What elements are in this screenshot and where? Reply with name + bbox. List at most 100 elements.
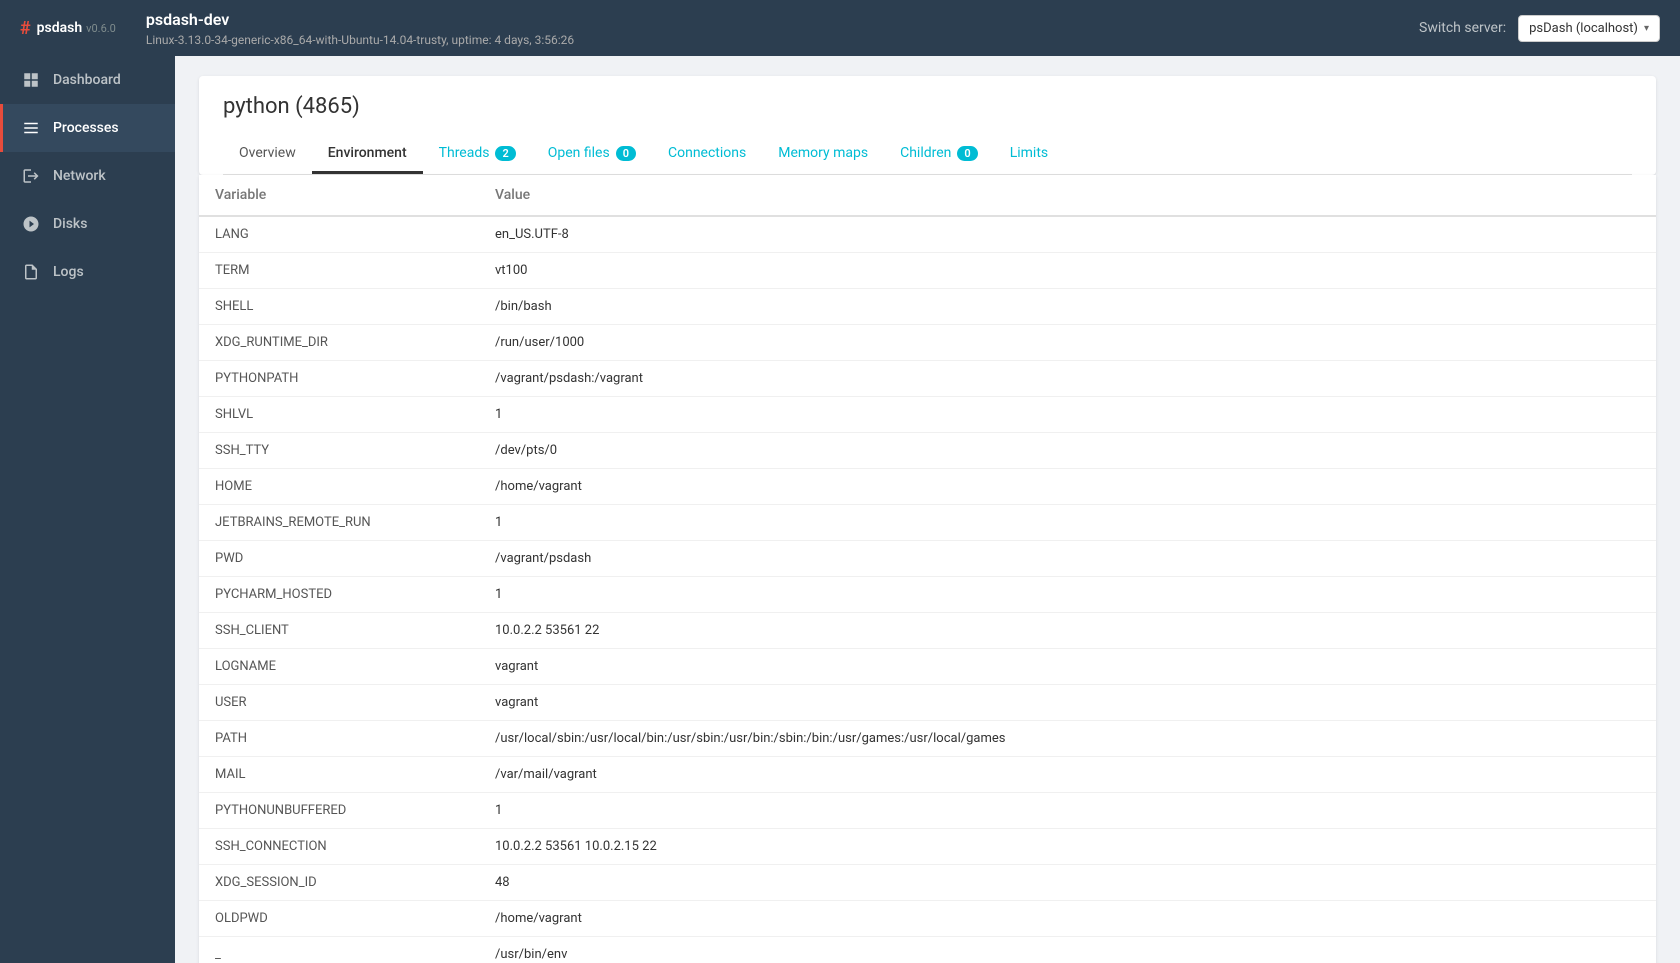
cell-value: vagrant [479, 649, 1656, 685]
table-row: USERvagrant [199, 685, 1656, 721]
sidebar-item-disks[interactable]: Disks [0, 200, 175, 248]
cell-variable: SHLVL [199, 397, 479, 433]
tab-children[interactable]: Children 0 [884, 135, 994, 174]
cell-variable: PYTHONUNBUFFERED [199, 793, 479, 829]
cell-value: /usr/bin/env [479, 937, 1656, 963]
server-dropdown-value: psDash (localhost) [1529, 21, 1638, 36]
sidebar-item-label-disks: Disks [53, 216, 87, 232]
table-row: _/usr/bin/env [199, 937, 1656, 963]
main-layout: Dashboard Processes Network Disks [0, 56, 1680, 963]
cell-value: /vagrant/psdash:/vagrant [479, 361, 1656, 397]
cell-variable: PWD [199, 541, 479, 577]
tab-limits[interactable]: Limits [994, 135, 1064, 174]
cell-variable: LANG [199, 216, 479, 253]
tab-threads-badge: 2 [495, 146, 515, 161]
brand-hash: # [20, 18, 31, 39]
cell-variable: PATH [199, 721, 479, 757]
sidebar-item-label-logs: Logs [53, 264, 84, 280]
cell-value: 1 [479, 397, 1656, 433]
table-row: XDG_SESSION_ID48 [199, 865, 1656, 901]
tab-memory-maps-label: Memory maps [778, 145, 868, 161]
env-table-wrapper: Variable Value LANGen_US.UTF-8TERMvt100S… [199, 175, 1656, 963]
brand-version: v0.6.0 [86, 22, 116, 35]
tab-overview-label: Overview [239, 145, 296, 161]
logs-icon [21, 262, 41, 282]
col-value: Value [479, 175, 1656, 216]
tab-connections[interactable]: Connections [652, 135, 762, 174]
cell-value: 1 [479, 577, 1656, 613]
cell-value: 10.0.2.2 53561 22 [479, 613, 1656, 649]
cell-variable: LOGNAME [199, 649, 479, 685]
sidebar-item-network[interactable]: Network [0, 152, 175, 200]
cell-value: vagrant [479, 685, 1656, 721]
table-header: Variable Value [199, 175, 1656, 216]
topbar-right: Switch server: psDash (localhost) ▾ [1419, 15, 1660, 42]
sidebar-item-dashboard[interactable]: Dashboard [0, 56, 175, 104]
cell-variable: USER [199, 685, 479, 721]
cell-variable: OLDPWD [199, 901, 479, 937]
cell-variable: SSH_TTY [199, 433, 479, 469]
app-title: psdash-dev [146, 10, 1419, 29]
tab-open-files-label: Open files [548, 145, 610, 161]
disks-icon [21, 214, 41, 234]
table-row: OLDPWD/home/vagrant [199, 901, 1656, 937]
cell-variable: JETBRAINS_REMOTE_RUN [199, 505, 479, 541]
cell-value: /dev/pts/0 [479, 433, 1656, 469]
tab-open-files-badge: 0 [616, 146, 636, 161]
table-row: JETBRAINS_REMOTE_RUN1 [199, 505, 1656, 541]
cell-variable: XDG_SESSION_ID [199, 865, 479, 901]
cell-variable: PYTHONPATH [199, 361, 479, 397]
sidebar-item-processes[interactable]: Processes [0, 104, 175, 152]
brand-text: psdash [37, 20, 83, 36]
cell-value: /run/user/1000 [479, 325, 1656, 361]
content-area: python (4865) Overview Environment Threa… [175, 56, 1680, 963]
table-row: SSH_TTY/dev/pts/0 [199, 433, 1656, 469]
table-row: PYTHONUNBUFFERED1 [199, 793, 1656, 829]
cell-variable: TERM [199, 253, 479, 289]
table-row: LOGNAMEvagrant [199, 649, 1656, 685]
brand: # psdashv0.6.0 [20, 18, 116, 39]
cell-variable: _ [199, 937, 479, 963]
table-row: SHELL/bin/bash [199, 289, 1656, 325]
cell-value: /usr/local/sbin:/usr/local/bin:/usr/sbin… [479, 721, 1656, 757]
tab-environment[interactable]: Environment [312, 135, 423, 174]
table-row: SHLVL1 [199, 397, 1656, 433]
cell-value: /var/mail/vagrant [479, 757, 1656, 793]
network-icon [21, 166, 41, 186]
chevron-down-icon: ▾ [1644, 23, 1649, 34]
sidebar-item-label-processes: Processes [53, 120, 119, 136]
cell-value: 1 [479, 505, 1656, 541]
table-row: PYTHONPATH/vagrant/psdash:/vagrant [199, 361, 1656, 397]
cell-value: 48 [479, 865, 1656, 901]
col-variable: Variable [199, 175, 479, 216]
switch-server-label: Switch server: [1419, 20, 1506, 36]
cell-value: 10.0.2.2 53561 10.0.2.15 22 [479, 829, 1656, 865]
server-dropdown[interactable]: psDash (localhost) ▾ [1518, 15, 1660, 42]
tab-overview[interactable]: Overview [223, 135, 312, 174]
sidebar-item-label-dashboard: Dashboard [53, 72, 121, 88]
table-row: LANGen_US.UTF-8 [199, 216, 1656, 253]
app-title-area: psdash-dev Linux-3.13.0-34-generic-x86_6… [116, 10, 1419, 47]
cell-variable: HOME [199, 469, 479, 505]
tab-threads[interactable]: Threads 2 [423, 135, 532, 174]
cell-variable: SSH_CLIENT [199, 613, 479, 649]
tab-children-label: Children [900, 145, 951, 161]
topbar: # psdashv0.6.0 psdash-dev Linux-3.13.0-3… [0, 0, 1680, 56]
process-title: python (4865) [223, 94, 1632, 119]
sidebar: Dashboard Processes Network Disks [0, 56, 175, 963]
tab-limits-label: Limits [1010, 145, 1048, 161]
tab-children-badge: 0 [957, 146, 977, 161]
grid-icon [21, 70, 41, 90]
tabs-bar: Overview Environment Threads 2 Open file… [223, 135, 1632, 175]
brand-name: psdashv0.6.0 [37, 20, 116, 36]
table-row: PWD/vagrant/psdash [199, 541, 1656, 577]
cell-variable: PYCHARM_HOSTED [199, 577, 479, 613]
table-row: SSH_CLIENT10.0.2.2 53561 22 [199, 613, 1656, 649]
cell-variable: XDG_RUNTIME_DIR [199, 325, 479, 361]
tab-memory-maps[interactable]: Memory maps [762, 135, 884, 174]
table-body: LANGen_US.UTF-8TERMvt100SHELL/bin/bashXD… [199, 216, 1656, 963]
sidebar-item-logs[interactable]: Logs [0, 248, 175, 296]
table-row: SSH_CONNECTION10.0.2.2 53561 10.0.2.15 2… [199, 829, 1656, 865]
cell-value: en_US.UTF-8 [479, 216, 1656, 253]
tab-open-files[interactable]: Open files 0 [532, 135, 652, 174]
